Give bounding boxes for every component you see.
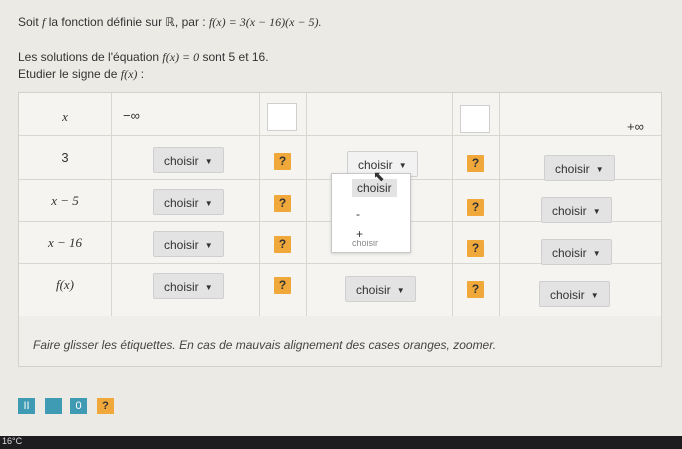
table-col-divider [306, 93, 307, 316]
dropdown-option-minus[interactable]: - [332, 206, 410, 222]
dropdown-option-choisir[interactable]: choisir [332, 178, 410, 198]
minus-infinity: −∞ [123, 108, 140, 123]
sign-dropdown-list: choisir - + choisir [331, 173, 411, 253]
select-label: choisir [164, 238, 199, 252]
value-slot[interactable]: ? [467, 199, 484, 216]
value-slot[interactable]: ? [467, 155, 484, 172]
hint-text: Faire glisser les étiquettes. En cas de … [33, 338, 497, 352]
intro-line-3: Etudier le signe de f(x) : [18, 67, 144, 82]
equation-solutions: sont 5 et 16. [199, 50, 269, 64]
caret-down-icon: ▼ [398, 160, 407, 170]
caret-down-icon: ▼ [204, 198, 213, 208]
plus-infinity: +∞ [627, 119, 644, 134]
taskbar: 16°C [0, 436, 682, 449]
caret-down-icon: ▼ [204, 156, 213, 166]
value-slot[interactable]: ? [467, 281, 484, 298]
row-label-x-minus-5: x − 5 [51, 193, 79, 208]
value-slot[interactable]: ? [274, 277, 291, 294]
table-col-divider [259, 93, 260, 316]
sign-select[interactable]: choisir ▼ [153, 231, 224, 257]
table-row-header [19, 93, 661, 136]
sign-select[interactable]: choisir ▼ [153, 189, 224, 215]
intro-text: Soit [18, 15, 43, 29]
value-drop-box-2[interactable] [460, 105, 490, 133]
table-col-divider [452, 93, 453, 316]
sign-select[interactable]: choisir ▼ [345, 276, 416, 302]
select-label: choisir [164, 196, 199, 210]
sign-select[interactable]: choisir ▼ [153, 147, 224, 173]
select-label: choisir [164, 280, 199, 294]
help-button[interactable]: ? [97, 398, 114, 414]
header-x: x [62, 109, 68, 124]
intro-line-1: Soit f la fonction définie sur ℝ, par : … [18, 15, 322, 30]
sign-instruction: Etudier le signe de [18, 67, 121, 81]
sign-select[interactable]: choisir ▼ [544, 155, 615, 181]
select-label: choisir [555, 162, 590, 176]
caret-down-icon: ▼ [592, 248, 601, 258]
blank-button[interactable] [45, 398, 62, 414]
zero-button[interactable]: 0 [70, 398, 87, 414]
sign-select[interactable]: choisir ▼ [541, 197, 612, 223]
hint-area: Faire glisser les étiquettes. En cas de … [18, 316, 662, 367]
select-label: choisir [550, 288, 585, 302]
value-slot[interactable]: ? [274, 195, 291, 212]
table-col-divider [111, 93, 112, 316]
sign-instruction-end: : [137, 67, 145, 81]
sign-select[interactable]: choisir ▼ [153, 273, 224, 299]
sign-select[interactable]: choisir ▼ [541, 239, 612, 265]
hidden-select-label: choisir [352, 240, 379, 246]
value-slot[interactable]: ? [274, 236, 291, 253]
select-label: choisir [164, 154, 199, 168]
intro-line-2: Les solutions de l'équation f(x) = 0 son… [18, 50, 269, 65]
select-label: choisir [356, 283, 391, 297]
caret-down-icon: ▼ [396, 285, 405, 295]
table-col-divider [499, 93, 500, 316]
select-label: choisir [552, 204, 587, 218]
equation-formula: f(x) = 0 [162, 50, 200, 64]
caret-down-icon: ▼ [204, 282, 213, 292]
caret-down-icon: ▼ [204, 240, 213, 250]
value-drop-box-1[interactable] [267, 103, 297, 131]
function-formula: f(x) = 3(x − 16)(x − 5). [208, 15, 322, 29]
pause-button[interactable]: II [18, 398, 35, 414]
temperature-readout: 16°C [2, 436, 23, 446]
caret-down-icon: ▼ [595, 164, 604, 174]
sign-select[interactable]: choisir ▼ [539, 281, 610, 307]
row-label-fx: f(x) [55, 277, 75, 292]
row-label-x-minus-16: x − 16 [47, 235, 83, 250]
row-label-3: 3 [61, 150, 69, 165]
sign-formula: f(x) [120, 67, 138, 81]
caret-down-icon: ▼ [592, 206, 601, 216]
caret-down-icon: ▼ [590, 290, 599, 300]
intro-text-mid: la fonction définie sur ℝ, par : [45, 15, 209, 29]
mouse-pointer-icon: ⬉ [373, 168, 385, 184]
value-slot[interactable]: ? [467, 240, 484, 257]
value-slot[interactable]: ? [274, 153, 291, 170]
equation-text: Les solutions de l'équation [18, 50, 163, 64]
select-label: choisir [552, 246, 587, 260]
